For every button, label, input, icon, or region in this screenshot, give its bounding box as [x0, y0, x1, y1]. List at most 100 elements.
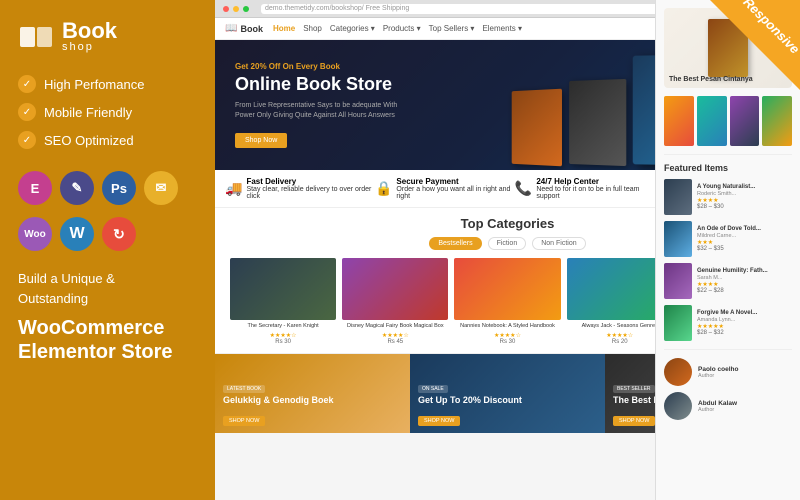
book-stars-1: ★★★★☆	[230, 332, 336, 339]
nav-home[interactable]: Home	[273, 24, 295, 33]
right-panel: The Best Pesan Cintanya Featured Items A…	[655, 0, 800, 500]
help-icon: 📞	[515, 180, 532, 197]
nav-elements[interactable]: Elements ▾	[482, 24, 522, 33]
tab-fiction[interactable]: Fiction	[488, 237, 527, 250]
feature-label-2: Mobile Friendly	[44, 105, 132, 120]
color-book-2	[697, 96, 727, 146]
right-book-3[interactable]: Genuine Humility: Fath... Sarah M... ★★★…	[664, 263, 792, 299]
author-avatar-2	[664, 392, 692, 420]
book-thumb-3	[454, 258, 560, 320]
strip-title-1: Fast Delivery	[246, 177, 375, 186]
strip-desc-1: Stay clear, reliable delivery to over or…	[246, 186, 375, 200]
logo-area: Book shop	[18, 20, 197, 53]
book-title-3: Nannies Notebook: A Styled Handbook	[454, 323, 560, 330]
strip-feature-3: 📞 24/7 Help Center Need to for it on to …	[515, 177, 654, 200]
book-price-2: Rs 45	[342, 339, 448, 345]
strip-title-3: 24/7 Help Center	[536, 177, 653, 186]
colorful-books-row	[664, 96, 792, 146]
rb-price-4: $28 – $32	[697, 330, 792, 336]
browser-dot-yellow	[233, 6, 239, 12]
rb-thumb-4	[664, 305, 692, 341]
book-item-2[interactable]: Disney Magical Fairy Book Magical Box ★★…	[342, 258, 448, 345]
color-book-1	[664, 96, 694, 146]
promo-btn-3[interactable]: SHOP NOW	[613, 416, 655, 426]
delivery-icon: 🚚	[225, 180, 242, 197]
rb-info-1: A Young Naturalist... Roderic Smith... ★…	[697, 184, 792, 211]
promo-title-2: Get Up To 20% Discount	[418, 395, 522, 406]
strip-text-3: 24/7 Help Center Need to for it on to be…	[536, 177, 653, 200]
color-book-3	[730, 96, 760, 146]
right-book-2[interactable]: An Ode of Dove Told... Mildred Carne... …	[664, 221, 792, 257]
rb-info-4: Forgive Me A Novel... Amanda Lynn... ★★★…	[697, 310, 792, 337]
woocommerce-icon: Woo	[18, 217, 52, 251]
elementor-icon: E	[18, 171, 52, 205]
tech-icons-row-1: E ✎ Ps ✉	[18, 171, 197, 205]
wordpress-icon: W	[60, 217, 94, 251]
author-name-2: Abdul Kalaw	[698, 400, 737, 407]
mailchimp-icon: ✉	[144, 171, 178, 205]
secure-icon: 🔒	[375, 180, 392, 197]
book-thumb-1	[230, 258, 336, 320]
feature-label-1: High Perfomance	[44, 77, 144, 92]
book-title-1: The Secretary - Karen Knight	[230, 323, 336, 330]
store-logo: 📖 Book	[225, 23, 263, 34]
nav-items[interactable]: Home Shop Categories ▾ Products ▾ Top Se…	[273, 24, 522, 33]
color-book-4	[762, 96, 792, 146]
edit-icon: ✎	[60, 171, 94, 205]
feature-item-1: ✓ High Perfomance	[18, 75, 197, 93]
rb-title-1: A Young Naturalist...	[697, 184, 792, 192]
check-icon-1: ✓	[18, 75, 36, 93]
tech-icons-row-2: Woo W ↻	[18, 217, 197, 251]
nav-top-sellers[interactable]: Top Sellers ▾	[429, 24, 475, 33]
author-info-1: Paolo coelho Author	[698, 366, 738, 379]
strip-feature-1: 🚚 Fast Delivery Stay clear, reliable del…	[225, 177, 375, 200]
right-books-list: A Young Naturalist... Roderic Smith... ★…	[664, 179, 792, 341]
featured-items-title: Featured Items	[664, 163, 792, 173]
strip-title-2: Secure Payment	[396, 177, 514, 186]
right-divider-1	[664, 154, 792, 155]
nav-products[interactable]: Products ▾	[383, 24, 421, 33]
feature-item-3: ✓ SEO Optimized	[18, 131, 197, 149]
rb-stars-4: ★★★★★	[697, 323, 792, 330]
promo-item-2: ON SALE Get Up To 20% Discount SHOP NOW	[410, 354, 605, 433]
promo-tag-2: ON SALE	[418, 385, 448, 393]
book-item-1[interactable]: The Secretary - Karen Knight ★★★★☆ Rs 30	[230, 258, 336, 345]
check-icon-3: ✓	[18, 131, 36, 149]
strip-desc-2: Order a how you want all in right and ri…	[396, 186, 514, 200]
rb-thumb-1	[664, 179, 692, 215]
book-stars-3: ★★★★☆	[454, 332, 560, 339]
author-item-1: Paolo coelho Author	[664, 358, 792, 386]
rb-price-2: $32 – $35	[697, 246, 792, 252]
featured-book-title: The Best Pesan Cintanya	[669, 76, 787, 84]
right-book-1[interactable]: A Young Naturalist... Roderic Smith... ★…	[664, 179, 792, 215]
strip-text-2: Secure Payment Order a how you want all …	[396, 177, 514, 200]
rb-stars-2: ★★★	[697, 239, 792, 246]
right-divider-2	[664, 349, 792, 350]
rb-thumb-2	[664, 221, 692, 257]
check-icon-2: ✓	[18, 103, 36, 121]
feature-label-3: SEO Optimized	[44, 133, 134, 148]
rb-thumb-3	[664, 263, 692, 299]
promo-content-2: ON SALE Get Up To 20% Discount SHOP NOW	[418, 377, 522, 427]
promo-btn-2[interactable]: SHOP NOW	[418, 416, 460, 426]
store-logo-text: Book	[240, 24, 263, 34]
nav-categories[interactable]: Categories ▾	[330, 24, 375, 33]
author-name-1: Paolo coelho	[698, 366, 738, 373]
hero-shop-button[interactable]: Shop Now	[235, 133, 287, 148]
refresh-icon: ↻	[102, 217, 136, 251]
build-text: Build a Unique &Outstanding	[18, 269, 197, 308]
right-book-4[interactable]: Forgive Me A Novel... Amanda Lynn... ★★★…	[664, 305, 792, 341]
store-logo-icon: 📖	[225, 23, 237, 34]
nav-shop[interactable]: Shop	[303, 24, 322, 33]
tab-nonfiction[interactable]: Non Fiction	[532, 237, 585, 250]
rb-stars-1: ★★★★	[697, 197, 792, 204]
rb-price-1: $28 – $30	[697, 204, 792, 210]
rb-info-2: An Ode of Dove Told... Mildred Carne... …	[697, 226, 792, 253]
rb-info-3: Genuine Humility: Fath... Sarah M... ★★★…	[697, 268, 792, 295]
strip-text-1: Fast Delivery Stay clear, reliable deliv…	[246, 177, 375, 200]
tab-bestsellers[interactable]: Bestsellers	[429, 237, 481, 250]
book-item-3[interactable]: Nannies Notebook: A Styled Handbook ★★★★…	[454, 258, 560, 345]
book-icon	[18, 23, 54, 51]
author-avatar-1	[664, 358, 692, 386]
promo-btn-1[interactable]: SHOP NOW	[223, 416, 265, 426]
